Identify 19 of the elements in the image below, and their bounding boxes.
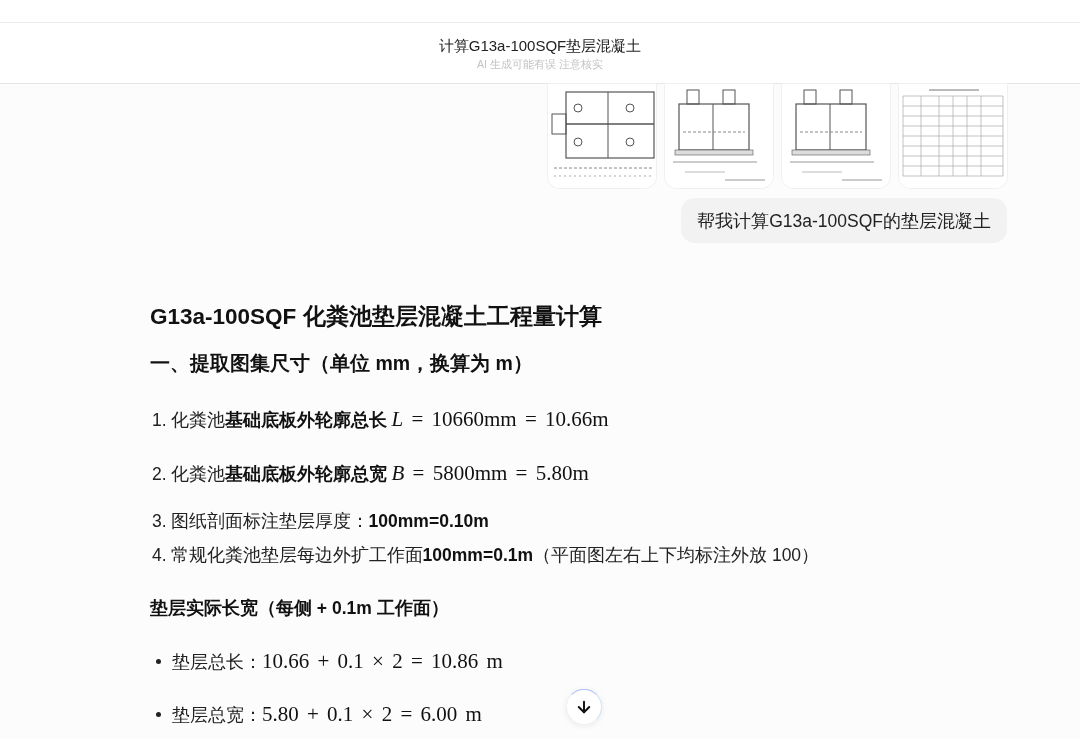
list-number: 4. [152,544,167,567]
list-number: 2. [152,463,167,486]
answer-title: G13a-100SQF 化粪池垫层混凝土工程量计算 [150,303,603,331]
list-item-text: 化粪池基础底板外轮廓总长 L = 10660mm = 10.66m [170,407,609,432]
list-item-text: 垫层总长：10.66 + 0.1 × 2 = 10.86 m [172,649,503,674]
list-item-text: 垫层总宽：5.80 + 0.1 × 2 = 6.00 m [172,702,482,727]
arrow-down-icon [575,698,593,716]
chat-title: 计算G13a-100SQF垫层混凝土 [438,35,642,55]
list-item-text: 化粪池基础底板外轮廓总宽 B = 5800mm = 5.80m [170,461,589,486]
bullet-icon [156,712,161,717]
list-number: 3. [152,510,167,533]
user-message: 帮我计算G13a-100SQF的垫层混凝土 [681,198,1007,243]
list-item-text: 图纸剖面标注垫层厚度：100mm=0.10m [170,510,489,533]
scroll-down-button[interactable] [566,689,602,725]
list-item-text: 常规化粪池垫层每边外扩工作面100mm=0.1m（平面图左右上下均标注外放 100） [170,544,820,567]
bullet-icon [156,659,161,664]
subsection-heading: 垫层实际长宽（每侧 + 0.1m 工作面） [150,597,450,620]
section-heading: 一、提取图集尺寸（单位 mm，换算为 m） [150,351,534,376]
list-number: 1. [152,409,167,432]
